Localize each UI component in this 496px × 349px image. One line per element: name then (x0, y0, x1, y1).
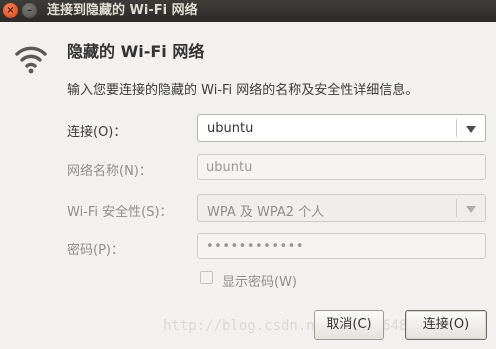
dialog-description: 输入您要连接的隐藏的 Wi-Fi 网络的名称及安全性详细信息。 (67, 83, 419, 98)
network-name-field[interactable]: ubuntu (197, 154, 486, 180)
title-bar: × – 连接到隐藏的 Wi-Fi 网络 (0, 0, 496, 22)
security-label: Wi-Fi 安全性(S)： (67, 205, 173, 220)
show-password-checkbox[interactable] (200, 271, 213, 284)
combo-separator (456, 199, 457, 217)
connection-value: ubuntu (207, 121, 254, 136)
watermark-text: http://blog.csdn.net/wx545648637 (163, 318, 433, 334)
connect-button[interactable]: 连接(O) (405, 310, 487, 340)
dialog-heading: 隐藏的 Wi-Fi 网络 (67, 42, 205, 61)
show-password-label: 显示密码(W) (222, 275, 297, 290)
minimize-icon[interactable]: – (22, 3, 37, 18)
security-combo[interactable]: WPA 及 WPA2 个人 (197, 194, 486, 222)
password-label: 密码(P)： (67, 243, 124, 258)
connection-combo[interactable]: ubuntu (197, 114, 486, 142)
security-value: WPA 及 WPA2 个人 (207, 205, 325, 220)
password-field[interactable]: •••••••••••• (197, 233, 486, 259)
chevron-down-icon (466, 126, 476, 133)
window-title: 连接到隐藏的 Wi-Fi 网络 (47, 3, 198, 18)
chevron-down-icon (466, 206, 476, 213)
wifi-icon (15, 46, 47, 74)
combo-separator (456, 119, 457, 137)
connection-label: 连接(O)： (67, 125, 127, 140)
network-name-label: 网络名称(N)： (67, 164, 152, 179)
cancel-button[interactable]: 取消(C) (314, 310, 384, 340)
close-icon[interactable]: × (3, 3, 18, 18)
